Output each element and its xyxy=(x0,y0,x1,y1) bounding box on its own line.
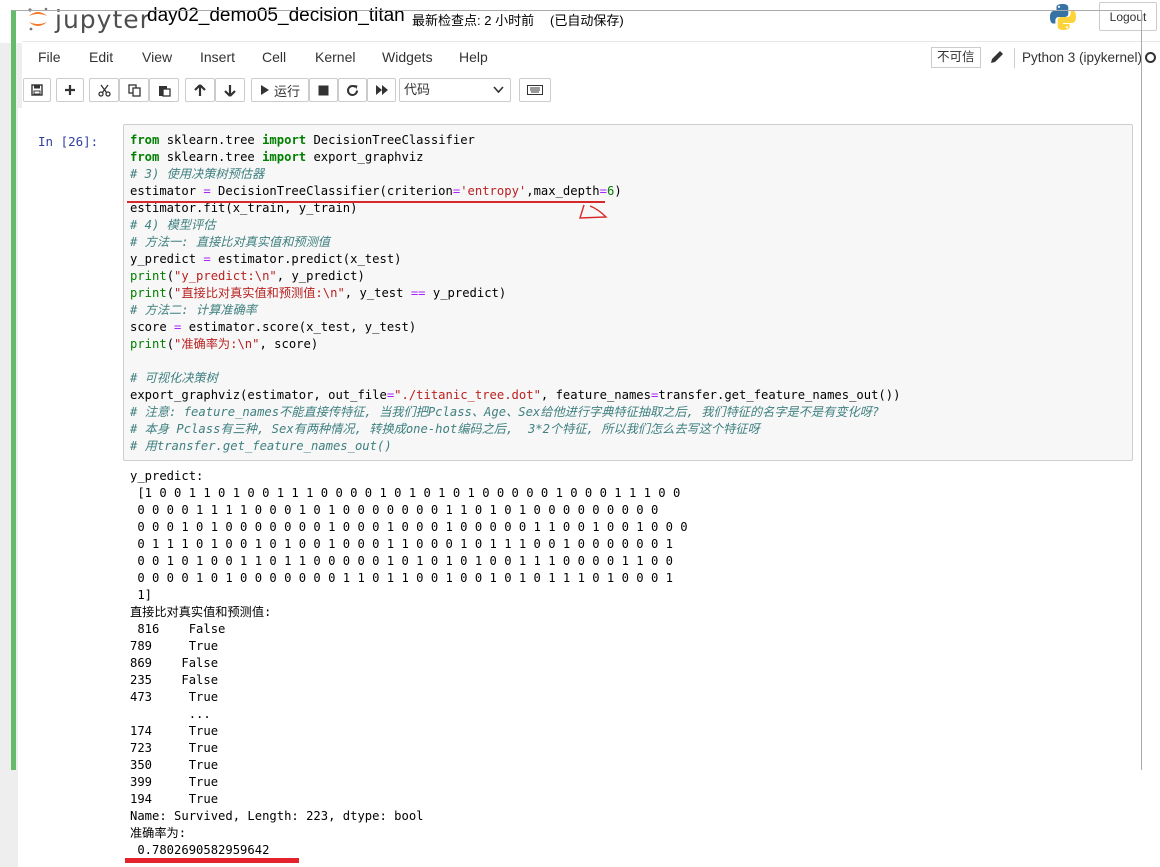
code-comment[interactable]: # 注意: feature_names不能直接传特征, 当我们把Pclass、A… xyxy=(130,404,879,421)
code-comment[interactable]: # 方法二: 计算准确率 xyxy=(130,302,257,319)
output-line: 0 0 0 0 1 1 1 1 0 0 0 1 0 1 0 0 0 0 0 0 … xyxy=(130,503,659,517)
output-line: 816 False xyxy=(130,622,226,636)
output-line: 准确率为: xyxy=(130,826,187,840)
annotation-triangle xyxy=(579,204,608,219)
code-comment[interactable]: # 可视化决策树 xyxy=(130,370,218,387)
code-line[interactable]: from sklearn.tree import DecisionTreeCla… xyxy=(130,132,475,149)
code-line[interactable]: export_graphviz(estimator, out_file="./t… xyxy=(130,387,900,404)
output-line: 0 0 1 0 1 0 0 1 1 0 1 1 0 0 0 0 0 1 0 1 … xyxy=(130,554,673,568)
output-line: 0 0 0 0 1 0 1 0 0 0 0 0 0 0 1 1 0 1 1 0 … xyxy=(130,571,673,585)
code-line[interactable]: score = estimator.score(x_test, y_test) xyxy=(130,319,416,336)
code-comment[interactable]: # 3) 使用决策树预估器 xyxy=(130,166,264,183)
output-line: 0.7802690582959642 xyxy=(130,843,270,857)
annotation-underline xyxy=(127,201,605,203)
output-line: 194 True xyxy=(130,792,219,806)
input-prompt: In [26]: xyxy=(38,134,99,149)
output-line: y_predict: xyxy=(130,469,204,483)
code-line[interactable]: from sklearn.tree import export_graphviz xyxy=(130,149,424,166)
output-line: Name: Survived, Length: 223, dtype: bool xyxy=(130,809,424,823)
annotation-underline xyxy=(125,858,299,863)
output-line: 399 True xyxy=(130,775,219,789)
output-line: 789 True xyxy=(130,639,219,653)
code-line[interactable]: print("y_predict:\n", y_predict) xyxy=(130,268,365,285)
output-line: 0 1 1 1 0 1 0 0 1 0 1 0 0 1 0 0 0 1 1 0 … xyxy=(130,537,673,551)
code-line[interactable]: print("直接比对真实值和预测值:\n", y_test == y_pred… xyxy=(130,285,506,302)
output-line: 869 False xyxy=(130,656,219,670)
output-line: 直接比对真实值和预测值: xyxy=(130,605,272,619)
output-line: 1] xyxy=(130,588,153,602)
output-line: 174 True xyxy=(130,724,219,738)
output-line: 0 0 0 1 0 1 0 0 0 0 0 0 0 1 0 0 0 1 0 0 … xyxy=(130,520,688,534)
output-line: 473 True xyxy=(130,690,219,704)
code-comment[interactable]: # 用transfer.get_feature_names_out() xyxy=(130,438,392,455)
code-comment[interactable]: # 4) 模型评估 xyxy=(130,217,215,234)
code-line[interactable]: estimator = DecisionTreeClassifier(crite… xyxy=(130,183,622,200)
code-line[interactable]: y_predict = estimator.predict(x_test) xyxy=(130,251,402,268)
code-comment[interactable]: # 方法一: 直接比对真实值和预测值 xyxy=(130,234,330,251)
output-line: 723 True xyxy=(130,741,219,755)
output-line: [1 0 0 1 1 0 1 0 0 1 1 1 0 0 0 0 1 0 1 0… xyxy=(130,486,681,500)
output-line: 235 False xyxy=(130,673,219,687)
code-line[interactable]: print("准确率为:\n", score) xyxy=(130,336,318,353)
output-line: ... xyxy=(130,707,211,721)
code-comment[interactable]: # 本身 Pclass有三种, Sex有两种情况, 转换成one-hot编码之后… xyxy=(130,421,760,438)
kernel-status-icon xyxy=(1145,52,1156,63)
output-line: 350 True xyxy=(130,758,219,772)
